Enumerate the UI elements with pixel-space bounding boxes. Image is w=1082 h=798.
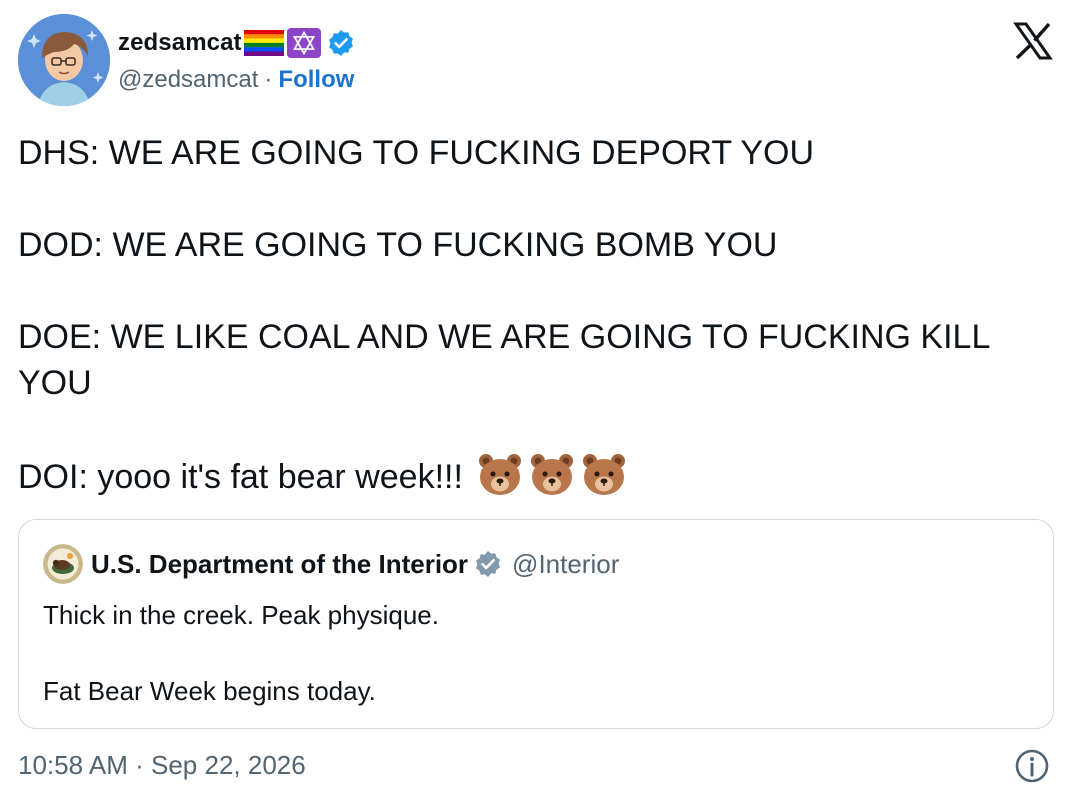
bear-face-icon: [529, 452, 575, 496]
quoted-line: Fat Bear Week begins today.: [43, 676, 376, 706]
quoted-author-handle[interactable]: @Interior: [512, 549, 619, 580]
quoted-tweet-card[interactable]: U.S. Department of the Interior @Interio…: [18, 519, 1054, 729]
author-handle[interactable]: @zedsamcat: [118, 66, 258, 94]
quoted-tweet-body: Thick in the creek. Peak physique. Fat B…: [43, 596, 1023, 710]
tweet-time: 10:58 AM: [18, 749, 128, 780]
x-logo-icon[interactable]: [1012, 20, 1054, 62]
tweet-line-with-emoji: DOI: yooo it's fat bear week!!!: [18, 452, 1064, 500]
timestamp-separator: ·: [135, 749, 144, 780]
quoted-tweet-header: U.S. Department of the Interior @Interio…: [43, 544, 619, 584]
tweet-line: DHS: WE ARE GOING TO FUCKING DEPORT YOU: [18, 134, 814, 172]
rainbow-flag-icon: [243, 30, 284, 56]
tweet-line: DOD: WE ARE GOING TO FUCKING BOMB YOU: [18, 226, 778, 264]
avatar-illustration: [18, 14, 110, 106]
quoted-line: Thick in the creek. Peak physique.: [43, 600, 439, 630]
author-handle-row: @zedsamcat · Follow: [118, 66, 354, 94]
timestamp-link[interactable]: 10:58 AM · Sep 22, 2026: [18, 750, 306, 781]
gray-verified-badge-icon: [474, 550, 502, 578]
verified-badge-icon: [327, 29, 355, 57]
star-of-david-icon: [286, 28, 321, 58]
info-icon[interactable]: [1014, 748, 1050, 784]
author-name-row: zedsamcat: [118, 26, 355, 60]
bear-face-icon: [581, 452, 627, 496]
author-display-name[interactable]: zedsamcat: [118, 29, 242, 57]
tweet-line: DOI: yooo it's fat bear week!!!: [18, 458, 463, 496]
tweet-header: zedsamcat @zedsamcat · Follow: [18, 14, 1064, 108]
follow-button[interactable]: Follow: [278, 66, 354, 94]
tweet-date: Sep 22, 2026: [151, 749, 306, 780]
quoted-author-name[interactable]: U.S. Department of the Interior: [91, 549, 468, 580]
handle-separator: ·: [264, 66, 273, 93]
tweet-body: DHS: WE ARE GOING TO FUCKING DEPORT YOU …: [18, 130, 1064, 500]
tweet-footer: 10:58 AM · Sep 22, 2026: [18, 745, 1064, 785]
tweet-line: DOE: WE LIKE COAL AND WE ARE GOING TO FU…: [18, 318, 990, 402]
avatar[interactable]: [18, 14, 110, 106]
bear-face-icon: [477, 452, 523, 496]
interior-seal-avatar[interactable]: [43, 544, 83, 584]
